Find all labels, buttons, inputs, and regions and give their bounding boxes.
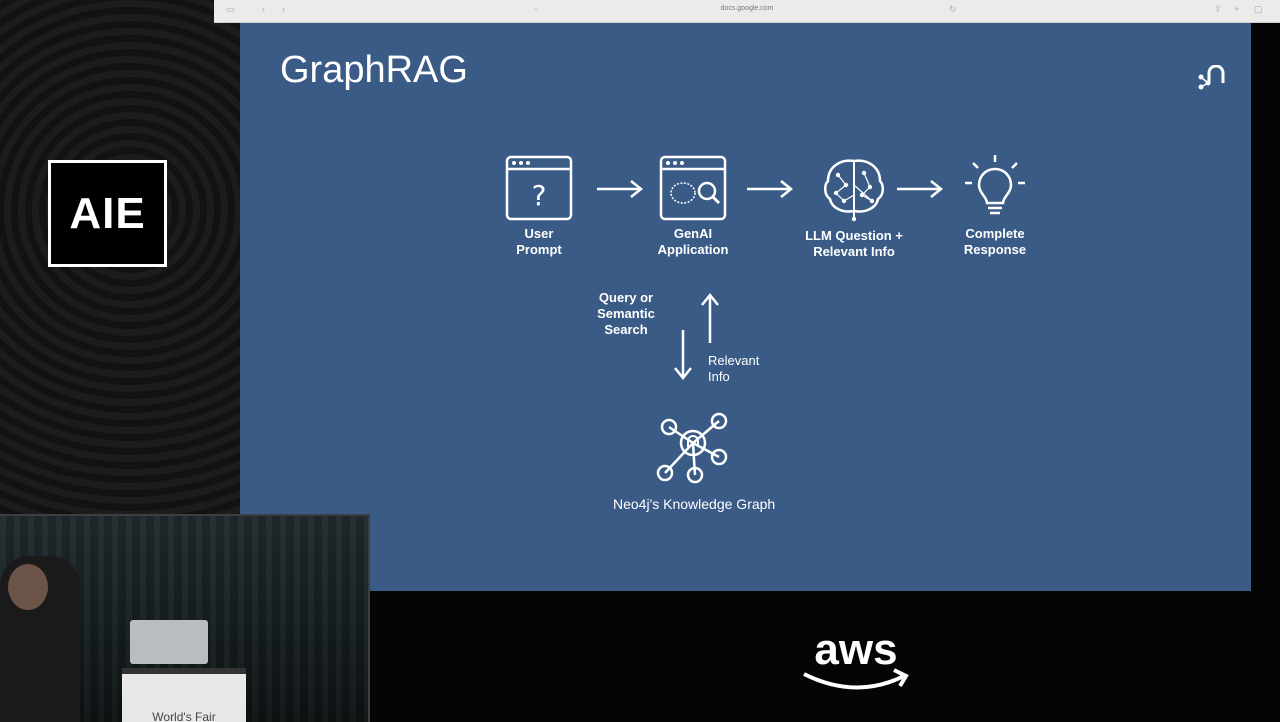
aws-logo-icon: aws <box>803 625 909 690</box>
svg-text:?: ? <box>532 179 547 212</box>
browser-toolbar: ▭ ‹ › ◦ docs.google.com ↻ ⇧ + ▢ <box>214 0 1280 23</box>
podium-text: World's Fair <box>152 710 216 722</box>
step-label: User Prompt <box>516 226 562 257</box>
step-label: Complete Response <box>963 226 1027 257</box>
speaker-head <box>8 564 48 610</box>
arrow-right-icon <box>747 180 794 198</box>
tabs-icon[interactable]: ▢ <box>1254 4 1263 15</box>
new-tab-icon[interactable]: + <box>1234 4 1239 14</box>
arrow-down-icon <box>674 330 692 381</box>
aws-logo-text: aws <box>814 625 897 674</box>
knowledge-graph-label: Neo4j's Knowledge Graph <box>613 496 776 512</box>
arrow-up-icon <box>701 293 719 343</box>
step-label: GenAI Application <box>657 226 729 257</box>
arrow-right-icon <box>897 180 944 198</box>
browser-question-icon: ? <box>505 155 573 221</box>
laptop-icon <box>130 620 208 664</box>
step-genai-application: GenAI Application <box>650 155 736 258</box>
lightbulb-icon <box>965 155 1025 215</box>
step-user-prompt: ? User Prompt <box>500 155 578 258</box>
share-icon[interactable]: ⇧ <box>1214 4 1222 15</box>
step-complete-response: Complete Response <box>950 153 1040 258</box>
aie-logo: AIE <box>48 160 167 267</box>
presentation-slide: GraphRAG ? User Prompt GenAI Application… <box>240 23 1251 591</box>
step-llm-question: LLM Question + Relevant Info <box>796 155 912 260</box>
podium: World's Fair <box>122 668 246 722</box>
brain-network-icon <box>824 159 884 222</box>
step-label: LLM Question + Relevant Info <box>805 228 903 259</box>
query-label: Query or Semantic Search <box>597 290 655 337</box>
aie-logo-text: AIE <box>69 188 146 238</box>
speaker-camera-feed: World's Fair <box>0 514 370 722</box>
knowledge-graph-icon <box>656 412 728 484</box>
arrow-right-icon <box>597 180 644 198</box>
slide-title: GraphRAG <box>280 49 468 91</box>
reload-icon[interactable]: ↻ <box>949 4 957 15</box>
url-field[interactable]: docs.google.com <box>214 5 1280 12</box>
neo4j-logo-icon <box>1198 65 1225 90</box>
relevant-info-label: Relevant Info <box>708 353 760 384</box>
browser-search-brain-icon <box>659 155 727 221</box>
